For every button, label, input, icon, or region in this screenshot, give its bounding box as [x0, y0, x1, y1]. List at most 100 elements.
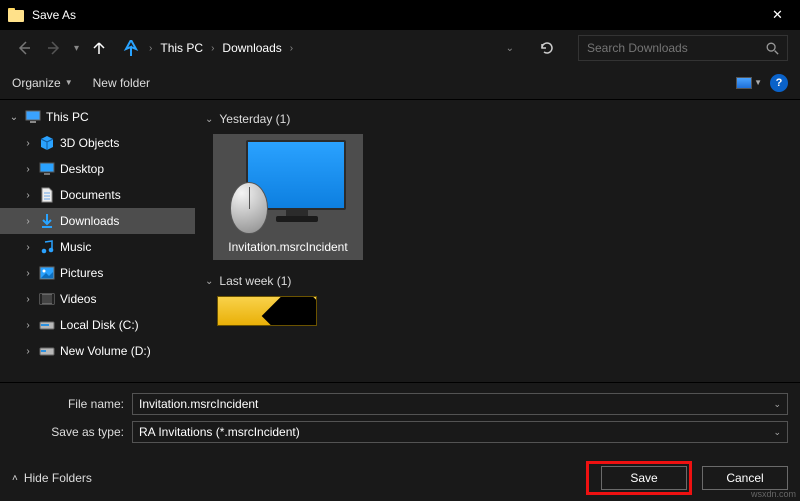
search-box[interactable]: [578, 35, 788, 61]
chevron-up-icon: ˄: [12, 473, 18, 484]
highlight-save: Save: [586, 461, 692, 495]
tree-item-3d-objects[interactable]: › 3D Objects: [0, 130, 195, 156]
tree-label: Downloads: [60, 214, 119, 228]
savetype-select[interactable]: RA Invitations (*.msrcIncident) ⌄: [132, 421, 788, 443]
chevron-right-icon[interactable]: ›: [22, 294, 34, 305]
tree-item-music[interactable]: › Music: [0, 234, 195, 260]
cancel-button[interactable]: Cancel: [702, 466, 788, 490]
tree-label: Music: [60, 240, 91, 254]
nav-tree: ⌄ This PC › 3D Objects › Desktop › Docum…: [0, 100, 195, 382]
tree-item-new-volume-d[interactable]: › New Volume (D:): [0, 338, 195, 364]
chevron-down-icon[interactable]: ⌄: [773, 399, 781, 410]
monitor-icon: [24, 109, 42, 125]
group-label: Last week (1): [219, 274, 291, 288]
window-title: Save As: [32, 8, 76, 22]
hide-folders-toggle[interactable]: ˄ Hide Folders: [12, 471, 92, 485]
chevron-down-icon: ⌄: [205, 276, 213, 287]
tree-label: Documents: [60, 188, 121, 202]
tree-item-videos[interactable]: › Videos: [0, 286, 195, 312]
organize-label: Organize: [12, 76, 61, 90]
newfolder-label: New folder: [93, 76, 150, 90]
organize-menu[interactable]: Organize ▼: [12, 76, 73, 90]
hide-folders-label: Hide Folders: [24, 471, 92, 485]
view-options[interactable]: ▼: [736, 73, 762, 93]
chevron-down-icon: ⌄: [205, 114, 213, 125]
disk-icon: [38, 317, 56, 333]
nav-row: ▾ › This PC › Downloads › ⌄: [0, 30, 800, 66]
filename-value: Invitation.msrcIncident: [139, 397, 258, 411]
chevron-right-icon[interactable]: ›: [22, 346, 34, 357]
group-header-yesterday[interactable]: ⌄ Yesterday (1): [205, 112, 790, 126]
chevron-right-icon[interactable]: ›: [22, 138, 34, 149]
address-bar[interactable]: › This PC › Downloads › ⌄: [117, 35, 526, 61]
up-button[interactable]: [87, 36, 111, 60]
chevron-right-icon[interactable]: ›: [22, 164, 34, 175]
watermark: wsxdn.com: [751, 489, 796, 499]
dialog-footer: ˄ Hide Folders Save Cancel: [0, 455, 800, 501]
new-folder-button[interactable]: New folder: [93, 76, 150, 90]
tree-label: 3D Objects: [60, 136, 119, 150]
file-item-invitation[interactable]: Invitation.msrcIncident: [213, 134, 363, 260]
title-bar: Save As ✕: [0, 0, 800, 30]
tree-item-downloads[interactable]: › Downloads: [0, 208, 195, 234]
savetype-value: RA Invitations (*.msrcIncident): [139, 425, 300, 439]
search-input[interactable]: [587, 41, 765, 55]
tree-label: Videos: [60, 292, 96, 306]
chevron-right-icon[interactable]: ›: [207, 43, 218, 54]
chevron-right-icon[interactable]: ›: [22, 242, 34, 253]
download-icon: [38, 213, 56, 229]
picture-icon: [38, 265, 56, 281]
tree-label: Desktop: [60, 162, 104, 176]
save-button[interactable]: Save: [601, 466, 687, 490]
chevron-right-icon[interactable]: ›: [22, 216, 34, 227]
folder-icon: [8, 8, 24, 22]
help-button[interactable]: ?: [770, 74, 788, 92]
tree-label: Local Disk (C:): [60, 318, 139, 332]
tree-root-this-pc[interactable]: ⌄ This PC: [0, 104, 195, 130]
address-dropdown[interactable]: ⌄: [498, 43, 522, 54]
file-thumbnail: [228, 140, 348, 230]
tree-item-documents[interactable]: › Documents: [0, 182, 195, 208]
chevron-down-icon: ▼: [65, 78, 73, 87]
back-button[interactable]: [12, 36, 36, 60]
chevron-right-icon[interactable]: ›: [22, 268, 34, 279]
tree-label: Pictures: [60, 266, 103, 280]
desktop-icon: [38, 161, 56, 177]
tree-item-pictures[interactable]: › Pictures: [0, 260, 195, 286]
chevron-right-icon[interactable]: ›: [286, 43, 297, 54]
recent-dropdown[interactable]: ▾: [74, 43, 79, 54]
this-pc-icon: [123, 40, 139, 56]
tree-item-local-disk-c[interactable]: › Local Disk (C:): [0, 312, 195, 338]
picture-icon: [736, 77, 752, 89]
savetype-label: Save as type:: [12, 425, 132, 439]
music-icon: [38, 239, 56, 255]
filename-input[interactable]: Invitation.msrcIncident ⌄: [132, 393, 788, 415]
forward-button[interactable]: [42, 36, 66, 60]
save-form: File name: Invitation.msrcIncident ⌄ Sav…: [0, 382, 800, 455]
tree-label: New Volume (D:): [60, 344, 151, 358]
group-label: Yesterday (1): [219, 112, 290, 126]
chevron-down-icon[interactable]: ⌄: [8, 112, 20, 123]
chevron-right-icon[interactable]: ›: [145, 43, 156, 54]
file-name-label: Invitation.msrcIncident: [228, 240, 347, 254]
chevron-down-icon: ▼: [754, 78, 762, 87]
video-icon: [38, 291, 56, 307]
tree-label: This PC: [46, 110, 89, 124]
chevron-right-icon[interactable]: ›: [22, 320, 34, 331]
cube-icon: [38, 135, 56, 151]
tree-item-desktop[interactable]: › Desktop: [0, 156, 195, 182]
group-header-lastweek[interactable]: ⌄ Last week (1): [205, 274, 790, 288]
filename-label: File name:: [12, 397, 132, 411]
file-thumbnail-partial[interactable]: [217, 296, 317, 326]
mouse-icon: [230, 182, 268, 234]
refresh-button[interactable]: [532, 40, 562, 56]
toolbar: Organize ▼ New folder ▼ ?: [0, 66, 800, 100]
close-button[interactable]: ✕: [755, 0, 800, 30]
chevron-right-icon[interactable]: ›: [22, 190, 34, 201]
breadcrumb-this-pc[interactable]: This PC: [156, 41, 207, 55]
file-pane[interactable]: ⌄ Yesterday (1) Invitation.msrcIncident …: [195, 100, 800, 382]
chevron-down-icon[interactable]: ⌄: [773, 427, 781, 438]
breadcrumb-downloads[interactable]: Downloads: [218, 41, 285, 55]
search-icon[interactable]: [765, 41, 779, 55]
disk-icon: [38, 343, 56, 359]
